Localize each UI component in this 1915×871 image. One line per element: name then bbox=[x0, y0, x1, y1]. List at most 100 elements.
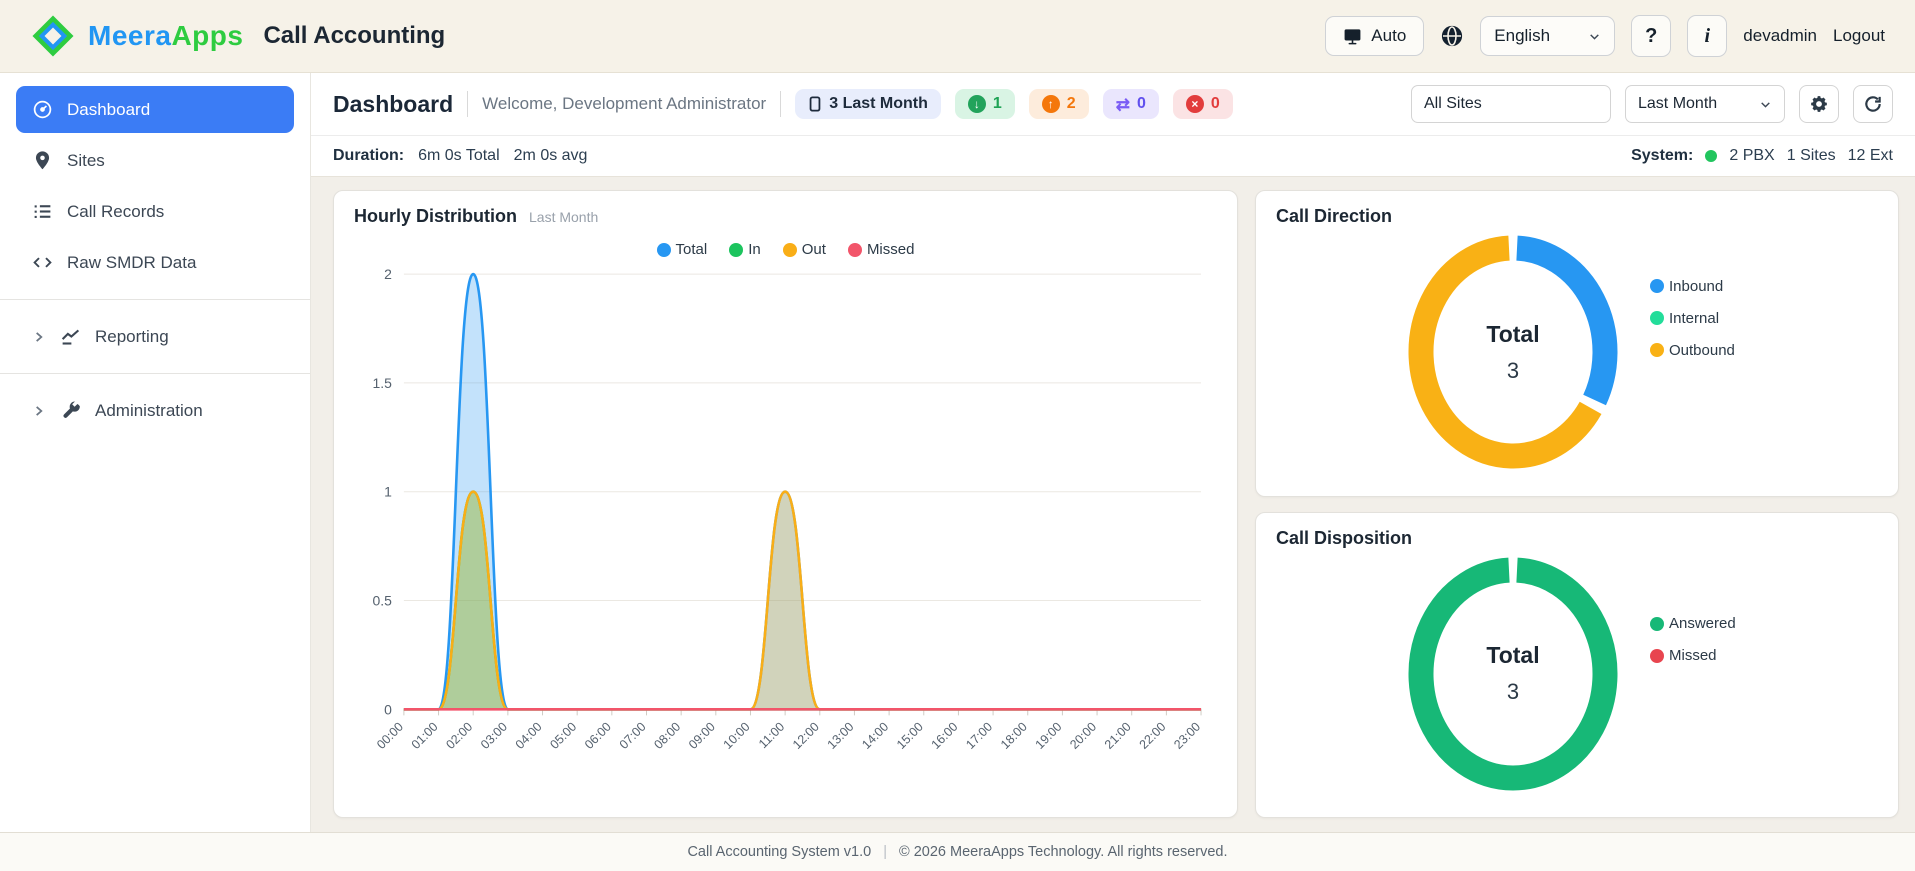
svg-text:12:00: 12:00 bbox=[790, 720, 822, 752]
call-disposition-card: Call Disposition Total 3 Answered Missed bbox=[1255, 511, 1899, 818]
call-direction-card: Call Direction Total 3 Inbound Internal Ou… bbox=[1255, 190, 1899, 497]
svg-text:02:00: 02:00 bbox=[443, 720, 475, 752]
period-selected-value: Last Month bbox=[1638, 95, 1718, 112]
svg-text:11:00: 11:00 bbox=[756, 720, 787, 752]
sidebar-item-dashboard[interactable]: Dashboard bbox=[16, 86, 294, 133]
legend-dot-icon bbox=[1650, 311, 1664, 325]
footer: Call Accounting System v1.0 | © 2026 Mee… bbox=[0, 832, 1915, 871]
sidebar-item-administration[interactable]: Administration bbox=[16, 387, 294, 434]
x-circle-icon: × bbox=[1185, 95, 1204, 113]
legend-item[interactable]: Internal bbox=[1650, 310, 1735, 327]
language-select[interactable]: English bbox=[1480, 16, 1616, 56]
status-dot-icon bbox=[1705, 150, 1718, 162]
sidebar-item-label: Reporting bbox=[95, 326, 169, 346]
svg-text:21:00: 21:00 bbox=[1102, 720, 1134, 752]
svg-text:1.5: 1.5 bbox=[373, 375, 393, 391]
refresh-icon bbox=[1863, 94, 1883, 114]
extensions-count: 12 Ext bbox=[1847, 147, 1893, 164]
wrench-icon bbox=[60, 400, 81, 421]
svg-text:00:00: 00:00 bbox=[374, 720, 406, 752]
sidebar: Dashboard Sites Call Records Raw SMDR Da… bbox=[0, 73, 311, 832]
donut-segment bbox=[1408, 557, 1618, 790]
hourly-chart-svg: 00.511.5200:00 01:00 02:00 03:00 04:00 05:00 0… bbox=[373, 266, 1204, 752]
svg-text:14:00: 14:00 bbox=[859, 720, 891, 752]
sidebar-item-reporting[interactable]: Reporting bbox=[16, 313, 294, 360]
settings-button[interactable] bbox=[1799, 85, 1839, 123]
chart-title: Call Direction bbox=[1276, 206, 1393, 226]
duration-average: 2m 0s avg bbox=[513, 147, 588, 164]
chevron-right-icon bbox=[32, 404, 46, 418]
legend-label: Missed bbox=[1669, 647, 1717, 664]
inbound-count: 1 bbox=[992, 95, 1002, 112]
refresh-button[interactable] bbox=[1853, 85, 1893, 123]
system-label: System: bbox=[1631, 147, 1694, 164]
period-filter-select[interactable]: Last Month bbox=[1625, 85, 1785, 123]
globe-icon bbox=[1440, 24, 1464, 48]
legend-item[interactable]: Inbound bbox=[1650, 278, 1735, 295]
legend-label: In bbox=[748, 241, 761, 258]
sidebar-divider bbox=[0, 373, 310, 374]
info-button[interactable]: i bbox=[1687, 15, 1728, 57]
legend-dot-icon bbox=[729, 242, 744, 257]
meeraapps-logo-icon bbox=[30, 13, 76, 59]
outbound-count-badge: ↑ 2 bbox=[1028, 89, 1089, 119]
svg-text:20:00: 20:00 bbox=[1067, 720, 1099, 752]
svg-text:2: 2 bbox=[384, 266, 392, 282]
pbx-count: 2 PBX bbox=[1729, 147, 1775, 164]
period-count-badge: 3 Last Month bbox=[795, 89, 941, 119]
sidebar-item-sites[interactable]: Sites bbox=[16, 137, 294, 184]
help-icon: ? bbox=[1645, 24, 1658, 47]
app-title: Call Accounting bbox=[263, 22, 446, 49]
language-selected-value: English bbox=[1494, 26, 1551, 45]
internal-count-badge: ⇄ 0 bbox=[1102, 89, 1159, 119]
theme-auto-button[interactable]: Auto bbox=[1325, 16, 1425, 56]
legend-item[interactable]: Total bbox=[656, 241, 707, 258]
legend-dot-icon bbox=[1650, 279, 1664, 293]
legend-dot-icon bbox=[782, 242, 797, 257]
chevron-down-icon bbox=[1588, 30, 1601, 43]
svg-text:09:00: 09:00 bbox=[686, 720, 718, 752]
donut-segment bbox=[1516, 235, 1618, 406]
chart-title: Hourly Distribution bbox=[354, 206, 517, 226]
svg-text:23:00: 23:00 bbox=[1171, 720, 1203, 752]
legend-item[interactable]: Missed bbox=[1650, 647, 1736, 664]
brand-name: MeeraApps bbox=[88, 20, 243, 52]
site-filter-input[interactable] bbox=[1411, 85, 1611, 123]
sidebar-item-call-records[interactable]: Call Records bbox=[16, 188, 294, 235]
call-disposition-donut: Total 3 bbox=[1404, 553, 1622, 795]
legend-item[interactable]: In bbox=[729, 241, 761, 258]
sites-count: 1 Sites bbox=[1786, 147, 1836, 164]
sidebar-item-raw-smdr-data[interactable]: Raw SMDR Data bbox=[16, 239, 294, 286]
legend-item[interactable]: Missed bbox=[847, 241, 915, 258]
legend-dot-icon bbox=[1650, 648, 1664, 663]
legend-item[interactable]: Outbound bbox=[1650, 342, 1735, 359]
auto-button-label: Auto bbox=[1371, 26, 1407, 45]
list-icon bbox=[32, 201, 53, 222]
legend-label: Missed bbox=[866, 241, 915, 258]
svg-text:01:00: 01:00 bbox=[409, 720, 441, 752]
svg-text:22:00: 22:00 bbox=[1137, 720, 1169, 752]
help-button[interactable]: ? bbox=[1631, 15, 1672, 57]
legend-label: Answered bbox=[1669, 615, 1736, 632]
legend-dot-icon bbox=[1650, 616, 1664, 631]
logout-button[interactable]: Logout bbox=[1833, 26, 1885, 46]
legend-item[interactable]: Out bbox=[782, 241, 826, 258]
gear-icon bbox=[1809, 94, 1829, 114]
svg-text:15:00: 15:00 bbox=[894, 720, 926, 752]
period-count-label: 3 Last Month bbox=[829, 95, 928, 112]
stats-bar: Duration: 6m 0s Total 2m 0s avg System: … bbox=[311, 136, 1915, 177]
call-disposition-legend: Answered Missed bbox=[1650, 615, 1736, 664]
chevron-right-icon bbox=[32, 330, 46, 344]
top-header: MeeraApps Call Accounting Auto English ?… bbox=[0, 0, 1915, 73]
legend-item[interactable]: Answered bbox=[1650, 615, 1736, 632]
sidebar-item-label: Dashboard bbox=[67, 99, 151, 119]
chart-subtitle: Last Month bbox=[529, 209, 599, 225]
svg-text:19:00: 19:00 bbox=[1033, 720, 1065, 752]
inbound-count-badge: ↓ 1 bbox=[954, 89, 1015, 119]
sidebar-divider bbox=[0, 299, 310, 300]
trend-chart-icon bbox=[60, 326, 81, 347]
phone-icon bbox=[808, 96, 822, 112]
svg-text:05:00: 05:00 bbox=[547, 720, 579, 752]
welcome-text: Welcome, Development Administrator bbox=[482, 94, 767, 113]
svg-text:07:00: 07:00 bbox=[617, 720, 649, 752]
